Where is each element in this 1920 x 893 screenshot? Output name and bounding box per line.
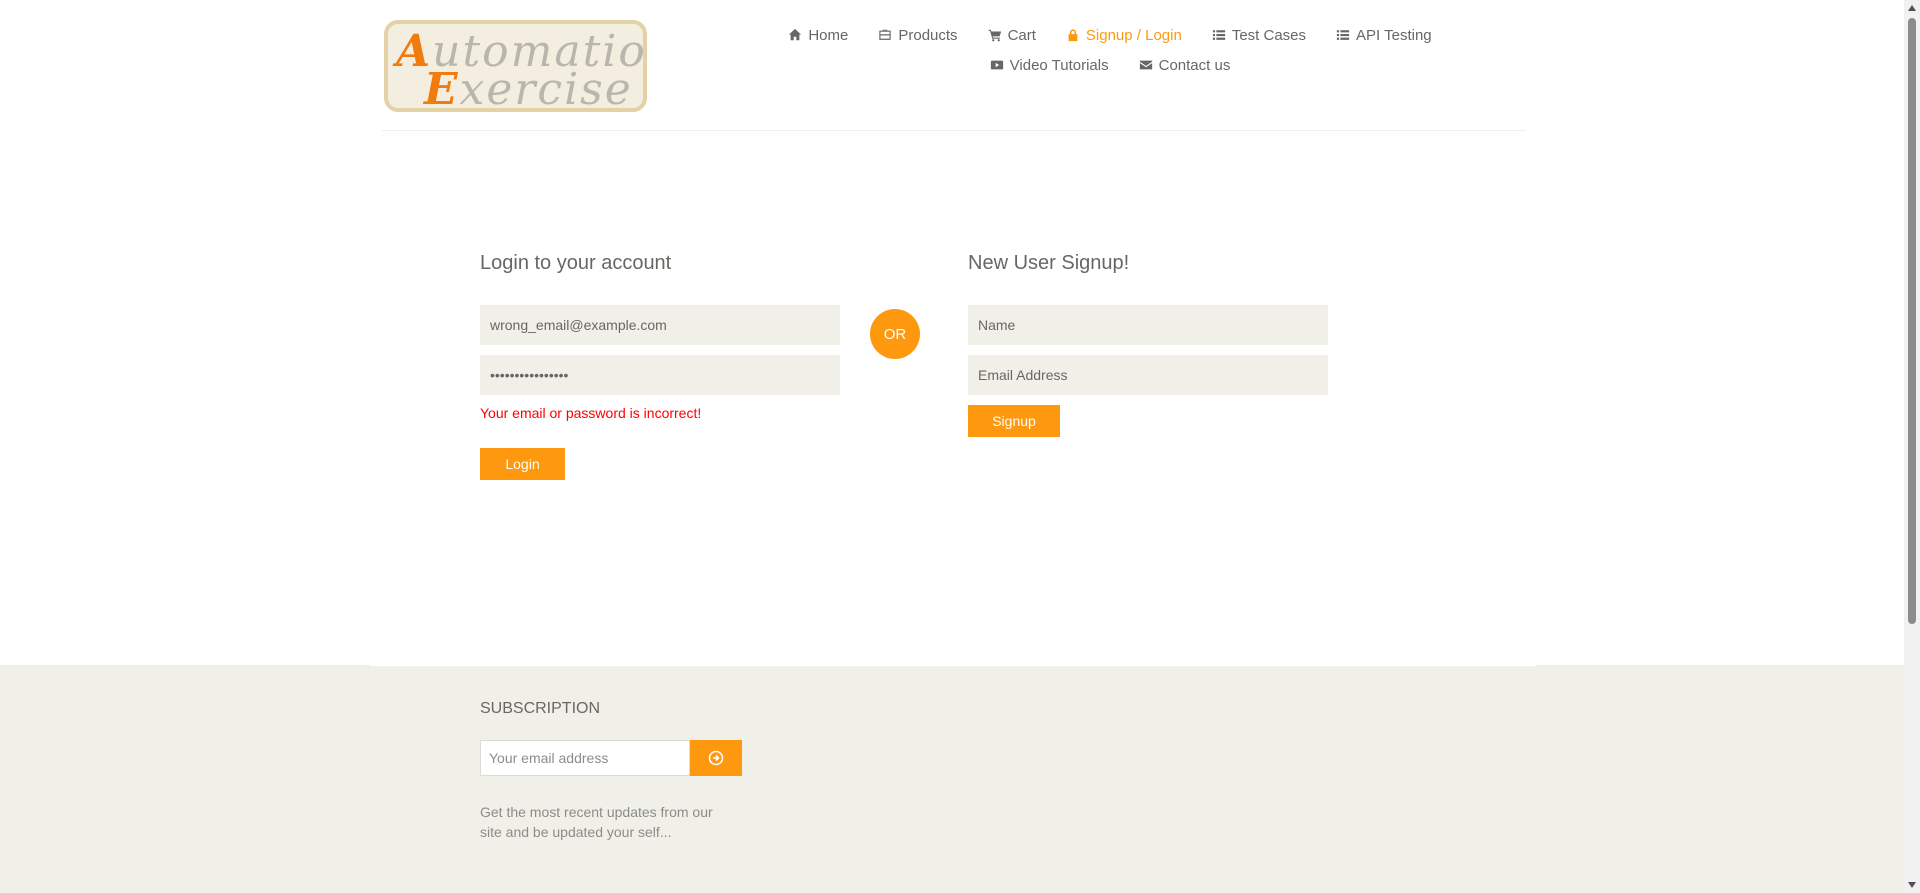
- footer-top-line: [370, 665, 1536, 666]
- subscription-email-field[interactable]: [480, 740, 690, 776]
- scrollbar-thumb[interactable]: [1908, 18, 1916, 624]
- scroll-up-arrow-icon[interactable]: [1904, 0, 1920, 16]
- signup-email-field[interactable]: [968, 355, 1328, 395]
- or-divider: OR: [870, 309, 920, 359]
- nav-test-cases-label: Test Cases: [1231, 26, 1307, 44]
- nav-api-testing-label: API Testing: [1356, 26, 1432, 44]
- nav-home[interactable]: Home: [773, 26, 863, 44]
- header-divider: [382, 130, 1526, 131]
- login-password-field[interactable]: [480, 355, 840, 395]
- header: Automation Exercise Home Products Cart S…: [0, 0, 1904, 132]
- vertical-scrollbar[interactable]: [1904, 0, 1920, 893]
- envelope-icon: [1139, 58, 1153, 72]
- briefcase-icon: [878, 28, 892, 42]
- login-error-message: Your email or password is incorrect!: [480, 405, 702, 421]
- nav-api-testing[interactable]: API Testing: [1321, 26, 1447, 44]
- scroll-down-arrow-icon[interactable]: [1904, 877, 1920, 893]
- footer: [0, 665, 1904, 893]
- subscription-note: Get the most recent updates from our sit…: [480, 804, 713, 840]
- nav-home-label: Home: [808, 26, 849, 44]
- nav-products[interactable]: Products: [863, 26, 972, 44]
- list-icon: [1212, 28, 1226, 42]
- login-email-field[interactable]: [480, 305, 840, 345]
- subscription-title: SUBSCRIPTION: [480, 700, 601, 717]
- nav-signup-login[interactable]: Signup / Login: [1051, 26, 1197, 44]
- nav-cart-label: Cart: [1007, 26, 1036, 44]
- logo-line-2: Exercise: [424, 64, 633, 112]
- page: Automation Exercise Home Products Cart S…: [0, 0, 1920, 893]
- youtube-play-icon: [990, 58, 1004, 72]
- nav-video-tutorials[interactable]: Video Tutorials: [975, 56, 1124, 74]
- nav-contact-us[interactable]: Contact us: [1124, 56, 1246, 74]
- list-icon: [1336, 28, 1350, 42]
- site-logo[interactable]: Automation Exercise: [384, 20, 647, 112]
- main-nav: Home Products Cart Signup / Login Test C…: [740, 26, 1480, 74]
- nav-products-label: Products: [898, 26, 958, 44]
- signup-title: New User Signup!: [968, 252, 1130, 274]
- nav-signup-login-label: Signup / Login: [1085, 26, 1182, 44]
- nav-video-tutorials-label: Video Tutorials: [1009, 56, 1109, 74]
- signup-name-field[interactable]: [968, 305, 1328, 345]
- home-icon: [788, 28, 802, 42]
- login-title: Login to your account: [480, 252, 672, 274]
- lock-icon: [1066, 28, 1080, 42]
- nav-test-cases[interactable]: Test Cases: [1197, 26, 1321, 44]
- cart-icon: [988, 28, 1002, 42]
- nav-cart[interactable]: Cart: [973, 26, 1051, 44]
- nav-contact-us-label: Contact us: [1158, 56, 1231, 74]
- signup-button[interactable]: Signup: [968, 405, 1060, 437]
- arrow-circle-right-icon: [708, 750, 724, 766]
- subscribe-button[interactable]: [690, 740, 742, 776]
- login-button[interactable]: Login: [480, 448, 565, 480]
